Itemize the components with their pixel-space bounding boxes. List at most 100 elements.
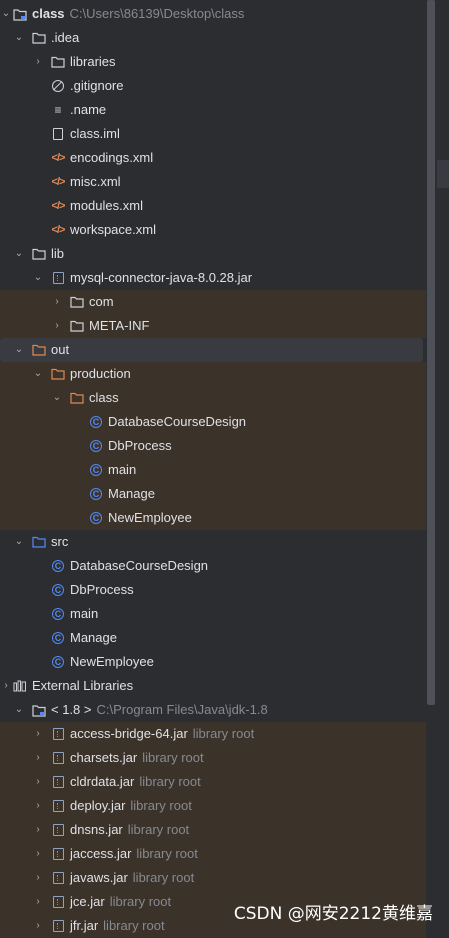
editor-edge-marker — [437, 160, 449, 188]
iml-file-icon — [51, 127, 65, 141]
sdk-folder-icon — [32, 703, 46, 717]
tree-row-class-module[interactable]: ⌄ class C:\Users\86139\Desktop\class — [0, 2, 426, 26]
tree-label: Manage — [108, 486, 155, 501]
chevron-right-icon[interactable]: › — [32, 722, 44, 746]
tree-row-modules-xml[interactable]: </> modules.xml — [0, 194, 426, 218]
chevron-down-icon[interactable]: ⌄ — [13, 242, 25, 266]
tree-row-meta-inf[interactable]: › META-INF — [0, 314, 426, 338]
tree-label: dnsns.jar — [70, 822, 123, 837]
chevron-right-icon[interactable]: › — [32, 50, 44, 74]
tree-label: modules.xml — [70, 198, 143, 213]
tree-row-src-class-file[interactable]: C DbProcess — [0, 578, 426, 602]
tree-row-src-class-file[interactable]: C DatabaseCourseDesign — [0, 554, 426, 578]
chevron-down-icon[interactable]: ⌄ — [13, 338, 25, 362]
jar-icon — [51, 895, 65, 909]
tree-row-mysql-jar[interactable]: ⌄ mysql-connector-java-8.0.28.jar — [0, 266, 426, 290]
tree-label: .idea — [51, 30, 80, 45]
tree-row-idea[interactable]: ⌄ .idea — [0, 26, 426, 50]
tree-row-out-class-file[interactable]: C DbProcess — [0, 434, 426, 458]
chevron-down-icon[interactable]: ⌄ — [13, 530, 25, 554]
tree-label: src — [51, 534, 69, 549]
project-tree: ⌄ class C:\Users\86139\Desktop\class ⌄ .i… — [0, 2, 426, 938]
source-folder-icon — [32, 535, 46, 549]
chevron-right-icon[interactable]: › — [32, 842, 44, 866]
excluded-folder-icon — [32, 343, 46, 357]
tree-row-jdk[interactable]: ⌄ < 1.8 > C:\Program Files\Java\jdk-1.8 — [0, 698, 426, 722]
tree-label: jce.jar — [70, 894, 105, 909]
module-folder-icon — [13, 7, 27, 21]
tree-label: class — [32, 6, 65, 21]
tree-row-gitignore[interactable]: .gitignore — [0, 74, 426, 98]
chevron-down-icon[interactable]: ⌄ — [13, 26, 25, 50]
folder-icon — [51, 55, 65, 69]
tree-label: mysql-connector-java-8.0.28.jar — [70, 270, 253, 285]
tree-row-out-class-file[interactable]: C NewEmployee — [0, 506, 426, 530]
tree-row-external-libraries[interactable]: › External Libraries — [0, 674, 426, 698]
watermark: CSDN @网安2212黄维嘉 — [233, 904, 433, 924]
tree-row-out-class-file[interactable]: C Manage — [0, 482, 426, 506]
excluded-folder-icon — [70, 391, 84, 405]
tree-row-com[interactable]: › com — [0, 290, 426, 314]
tree-row-jar[interactable]: › jaccess.jar library root — [0, 842, 426, 866]
tree-row-jar[interactable]: › javaws.jar library root — [0, 866, 426, 890]
tree-row-jar[interactable]: › dnsns.jar library root — [0, 818, 426, 842]
chevron-down-icon[interactable]: ⌄ — [32, 266, 44, 290]
jar-icon — [51, 919, 65, 933]
tree-label: deploy.jar — [70, 798, 126, 813]
tree-label: DatabaseCourseDesign — [70, 558, 209, 573]
tree-label: DbProcess — [70, 582, 134, 597]
chevron-right-icon[interactable]: › — [32, 866, 44, 890]
tree-row-jar[interactable]: › charsets.jar library root — [0, 746, 426, 770]
tree-row-production[interactable]: ⌄ production — [0, 362, 426, 386]
xml-file-icon: </> — [51, 224, 66, 236]
tree-row-src[interactable]: ⌄ src — [0, 530, 426, 554]
tree-label: libraries — [70, 54, 116, 69]
tree-row-jar[interactable]: › access-bridge-64.jar library root — [0, 722, 426, 746]
chevron-down-icon[interactable]: ⌄ — [51, 386, 63, 410]
tree-row-out-class-file[interactable]: C DatabaseCourseDesign — [0, 410, 426, 434]
library-icon — [13, 679, 27, 693]
xml-file-icon: </> — [51, 200, 66, 212]
tree-row-libraries[interactable]: › libraries — [0, 50, 426, 74]
chevron-right-icon[interactable]: › — [32, 770, 44, 794]
chevron-right-icon[interactable]: › — [51, 314, 63, 338]
tree-label: main — [108, 462, 137, 477]
class-icon: C — [89, 415, 103, 429]
tree-row-encodings-xml[interactable]: </> encodings.xml — [0, 146, 426, 170]
folder-icon — [70, 319, 84, 333]
tree-row-class-iml[interactable]: class.iml — [0, 122, 426, 146]
tree-row-lib[interactable]: ⌄ lib — [0, 242, 426, 266]
chevron-down-icon[interactable]: ⌄ — [13, 698, 25, 722]
class-icon: C — [89, 463, 103, 477]
vertical-scrollbar[interactable] — [427, 0, 435, 705]
chevron-right-icon[interactable]: › — [32, 890, 44, 914]
tree-row-jar[interactable]: › deploy.jar library root — [0, 794, 426, 818]
chevron-down-icon[interactable]: ⌄ — [32, 362, 44, 386]
chevron-down-icon[interactable]: ⌄ — [0, 2, 12, 26]
folder-icon — [70, 295, 84, 309]
chevron-right-icon[interactable]: › — [32, 914, 44, 938]
tree-row-out-class[interactable]: ⌄ class — [0, 386, 426, 410]
tree-label: DbProcess — [108, 438, 172, 453]
tree-label: NewEmployee — [70, 654, 154, 669]
tree-label: production — [70, 366, 131, 381]
tree-row-out[interactable]: ⌄ out — [0, 338, 423, 362]
chevron-right-icon[interactable]: › — [32, 818, 44, 842]
chevron-right-icon[interactable]: › — [51, 290, 63, 314]
tree-path: C:\Program Files\Java\jdk-1.8 — [96, 702, 268, 717]
tree-sub: library root — [139, 774, 201, 789]
tree-row-src-class-file[interactable]: C Manage — [0, 626, 426, 650]
tree-row-misc-xml[interactable]: </> misc.xml — [0, 170, 426, 194]
tree-row-jar[interactable]: › cldrdata.jar library root — [0, 770, 426, 794]
tree-row-workspace-xml[interactable]: </> workspace.xml — [0, 218, 426, 242]
chevron-right-icon[interactable]: › — [32, 794, 44, 818]
class-icon: C — [51, 631, 65, 645]
chevron-right-icon[interactable]: › — [0, 674, 12, 698]
tree-row-src-class-file[interactable]: C NewEmployee — [0, 650, 426, 674]
chevron-right-icon[interactable]: › — [32, 746, 44, 770]
tree-row-out-class-file[interactable]: C main — [0, 458, 426, 482]
tree-row-src-class-file[interactable]: C main — [0, 602, 426, 626]
tree-row-name[interactable]: ≡ .name — [0, 98, 426, 122]
class-icon: C — [51, 559, 65, 573]
tree-label: misc.xml — [70, 174, 121, 189]
